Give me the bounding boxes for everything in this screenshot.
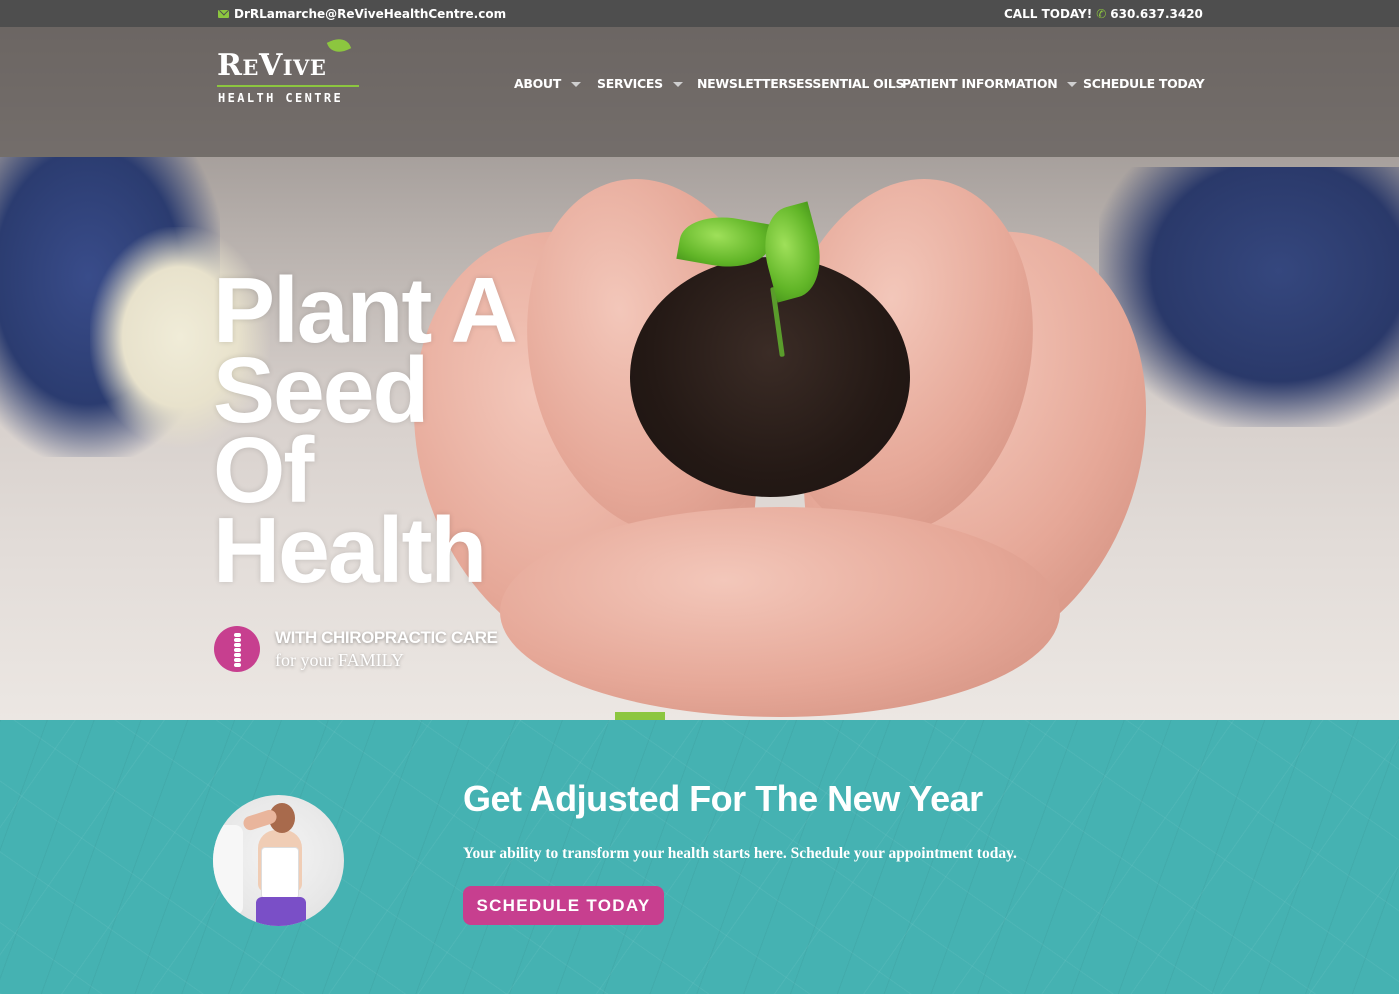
promo-title: Get Adjusted For The New Year (463, 778, 983, 819)
phone-icon: ✆ (1096, 7, 1107, 21)
nav-item-label: ESSENTIAL OILS (796, 76, 905, 91)
tagline-line-1: WITH CHIROPRACTIC CARE (275, 627, 498, 647)
schedule-today-button[interactable]: SCHEDULE TODAY (463, 886, 664, 925)
chevron-down-icon (672, 81, 683, 87)
nav-item-newsletters[interactable]: NEWSLETTERS (697, 76, 797, 91)
hero-tagline: WITH CHIROPRACTIC CARE for your FAMILY (214, 626, 498, 672)
nav-item-label: SERVICES (597, 76, 663, 91)
phone-number: 630.637.3420 (1110, 7, 1203, 21)
contact-email-link[interactable]: DrRLamarche@ReViveHealthCentre.com (218, 7, 506, 21)
chevron-down-icon (571, 81, 582, 87)
hero-headline: Plant A Seed Of Health (213, 264, 518, 602)
top-bar: DrRLamarche@ReViveHealthCentre.com CALL … (0, 0, 1399, 27)
nav-item-services[interactable]: SERVICES (597, 76, 683, 91)
nav-item-label: NEWSLETTERS (697, 76, 797, 91)
promo-subtitle: Your ability to transform your health st… (463, 845, 1017, 862)
slider-pagination (615, 712, 775, 720)
call-today[interactable]: CALL TODAY! ✆ 630.637.3420 (1004, 7, 1203, 21)
nav-item-patient-information[interactable]: PATIENT INFORMATION (902, 76, 1078, 91)
nav-item-label: PATIENT INFORMATION (902, 76, 1058, 91)
spine-icon (214, 626, 260, 672)
nav-item-about[interactable]: ABOUT (514, 76, 582, 91)
promo-section: Get Adjusted For The New Year Your abili… (0, 720, 1399, 994)
call-today-label: CALL TODAY! (1004, 7, 1093, 21)
hero-headline-line: Health (213, 498, 487, 602)
envelope-icon (218, 10, 229, 18)
chiropractic-adjustment-photo (213, 795, 344, 926)
contact-email-text: DrRLamarche@ReViveHealthCentre.com (234, 7, 507, 21)
main-navigation: ABOUT SERVICES NEWSLETTERS ESSENTIAL OIL… (0, 76, 1399, 94)
nav-item-label: ABOUT (514, 76, 562, 91)
nav-item-essential-oils[interactable]: ESSENTIAL OILS (796, 76, 905, 91)
nav-item-label: SCHEDULE TODAY (1083, 76, 1205, 91)
site-logo[interactable]: ReVive HEALTH CENTRE (217, 34, 362, 110)
slider-dot[interactable] (615, 712, 665, 720)
tagline-line-2: for your FAMILY (275, 649, 404, 670)
nav-item-schedule-today[interactable]: SCHEDULE TODAY (1083, 76, 1205, 91)
chevron-down-icon (1067, 81, 1078, 87)
